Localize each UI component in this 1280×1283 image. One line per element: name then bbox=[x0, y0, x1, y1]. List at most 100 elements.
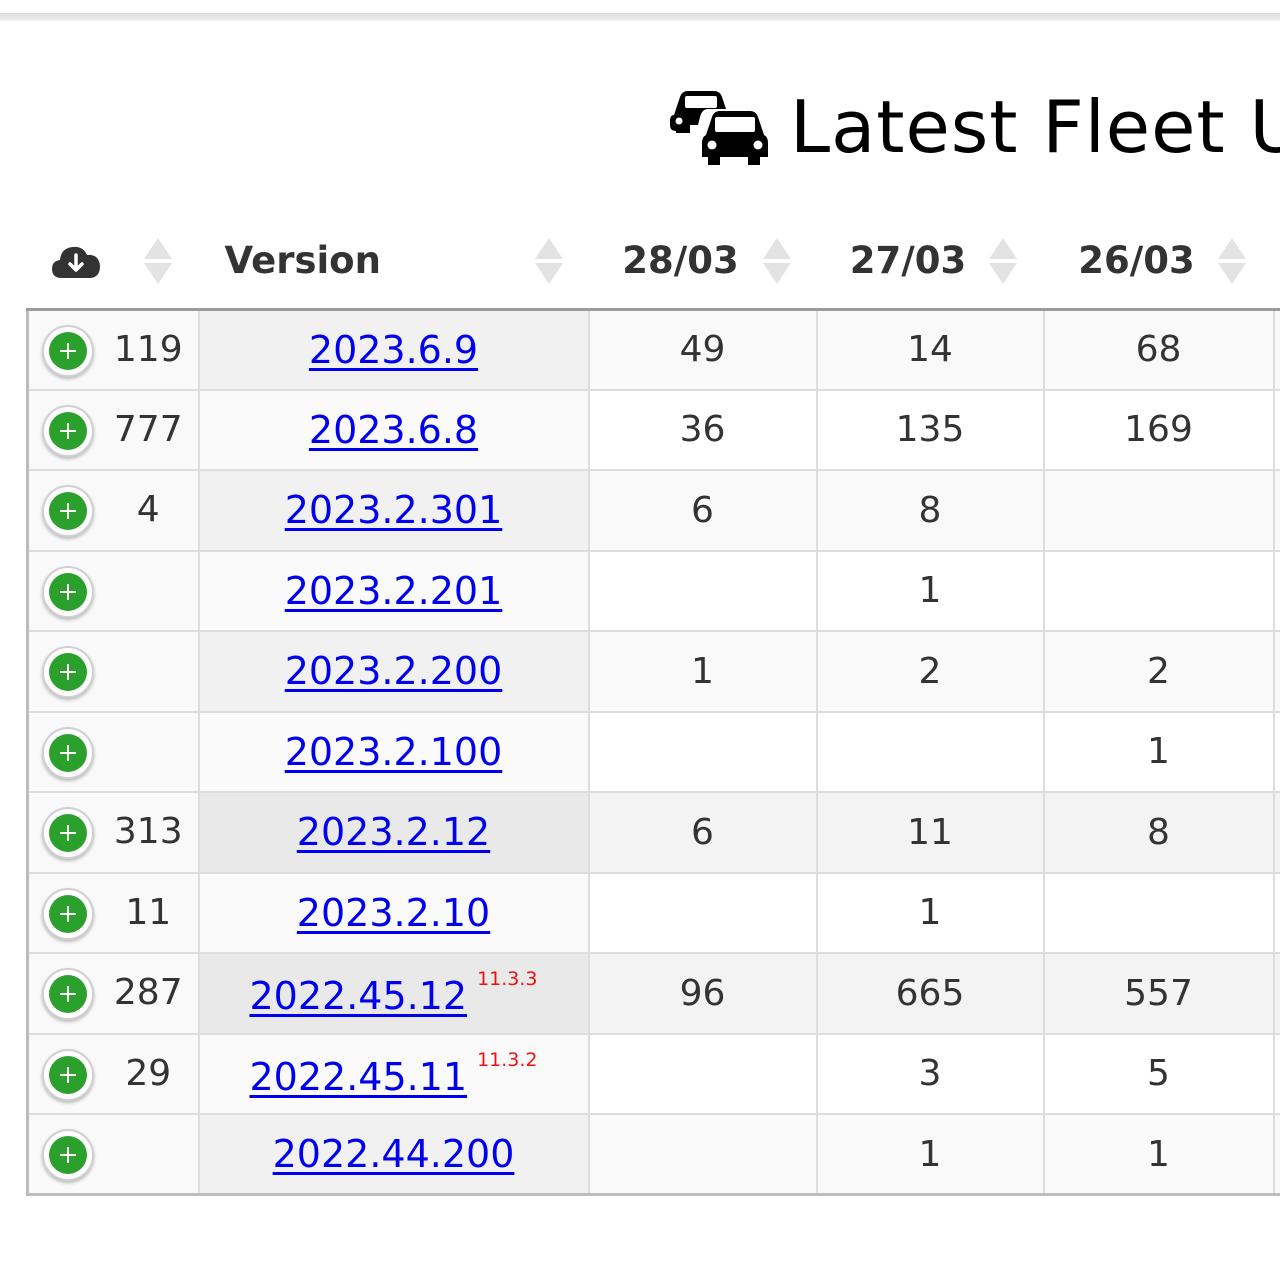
overflow-cell bbox=[1272, 710, 1280, 793]
version-cell: 2023.6.8 bbox=[197, 388, 590, 471]
overflow-cell bbox=[1272, 308, 1280, 391]
green-plus-icon bbox=[49, 492, 87, 531]
count-cell-date1: 49 bbox=[587, 308, 818, 391]
table-row: 11 2023.2.10 1 bbox=[26, 871, 1280, 954]
count-cell-date3 bbox=[1042, 469, 1275, 552]
count-cell-date1: 6 bbox=[587, 469, 818, 552]
overflow-cell bbox=[1272, 1032, 1280, 1115]
count-cell-date3: 557 bbox=[1042, 952, 1275, 1035]
sort-arrows-icon[interactable] bbox=[762, 238, 791, 284]
count-cell-date1: 96 bbox=[587, 952, 818, 1035]
version-link[interactable]: 2023.2.301 bbox=[285, 488, 503, 532]
add-version-button[interactable] bbox=[42, 324, 94, 377]
count-cell-date3: 5 bbox=[1042, 1032, 1275, 1115]
green-plus-icon bbox=[49, 894, 87, 933]
version-link[interactable]: 2023.6.9 bbox=[309, 328, 478, 372]
table-header-row: Version 28/03 27/03 26/03 bbox=[27, 214, 1280, 311]
add-version-button[interactable] bbox=[42, 646, 94, 699]
column-header-date2[interactable]: 27/03 bbox=[816, 214, 1044, 311]
version-superscript: 11.3.2 bbox=[477, 1048, 538, 1071]
count-cell-date3 bbox=[1042, 871, 1275, 954]
count-cell-date2: 1 bbox=[815, 1113, 1045, 1196]
page-title-text: Latest Fleet U bbox=[790, 85, 1280, 169]
sort-arrows-icon[interactable] bbox=[143, 238, 172, 284]
version-cell: 2023.2.201 bbox=[197, 549, 590, 632]
add-version-button[interactable] bbox=[42, 565, 94, 618]
count-cell-date3: 169 bbox=[1042, 388, 1275, 471]
version-link[interactable]: 2023.2.10 bbox=[297, 891, 490, 935]
download-cell bbox=[26, 1113, 200, 1196]
version-cell: 2023.2.12 bbox=[197, 791, 590, 874]
download-count: 287 bbox=[113, 972, 183, 1014]
add-version-button[interactable] bbox=[42, 404, 94, 457]
version-cell: 2022.44.200 bbox=[197, 1113, 590, 1196]
column-header-version[interactable]: Version bbox=[198, 214, 589, 311]
count-cell-date3: 1 bbox=[1042, 1113, 1275, 1196]
count-cell-date1 bbox=[587, 1113, 818, 1196]
count-cell-date3: 8 bbox=[1042, 791, 1275, 874]
count-cell-date1: 1 bbox=[587, 630, 818, 713]
column-header-download[interactable] bbox=[27, 214, 199, 311]
column-header-date3[interactable]: 26/03 bbox=[1043, 214, 1274, 311]
add-version-button[interactable] bbox=[42, 1048, 94, 1101]
cloud-download-icon bbox=[51, 246, 100, 278]
version-link[interactable]: 2022.44.200 bbox=[273, 1132, 515, 1176]
version-link[interactable]: 2022.45.12 bbox=[249, 974, 467, 1018]
green-plus-icon bbox=[49, 331, 87, 370]
sort-arrows-icon[interactable] bbox=[988, 238, 1017, 284]
count-cell-date1 bbox=[587, 1032, 818, 1115]
table-row: 287 2022.45.12 11.3.3 96 665 557 bbox=[26, 952, 1280, 1035]
overflow-cell bbox=[1272, 388, 1280, 471]
download-cell: 4 bbox=[26, 469, 200, 552]
version-superscript: 11.3.3 bbox=[477, 968, 538, 991]
download-count: 777 bbox=[113, 408, 183, 450]
count-cell-date2: 665 bbox=[815, 952, 1045, 1035]
version-link[interactable]: 2023.2.200 bbox=[285, 649, 503, 693]
column-header-date3-label: 26/03 bbox=[1078, 239, 1195, 283]
green-plus-icon bbox=[49, 975, 87, 1014]
count-cell-date2: 8 bbox=[815, 469, 1045, 552]
count-cell-date2: 1 bbox=[815, 871, 1045, 954]
count-cell-date2 bbox=[815, 710, 1045, 793]
version-link[interactable]: 2022.45.11 bbox=[249, 1055, 467, 1099]
add-version-button[interactable] bbox=[42, 887, 94, 940]
download-cell: 313 bbox=[26, 791, 200, 874]
add-version-button[interactable] bbox=[42, 968, 94, 1021]
green-plus-icon bbox=[49, 814, 87, 853]
overflow-cell bbox=[1272, 549, 1280, 632]
table-row: 29 2022.45.11 11.3.2 3 5 bbox=[26, 1032, 1280, 1115]
download-count: 29 bbox=[125, 1052, 172, 1094]
sort-arrows-icon[interactable] bbox=[1217, 238, 1246, 284]
count-cell-date3: 1 bbox=[1042, 710, 1275, 793]
overflow-cell bbox=[1272, 1113, 1280, 1196]
download-cell: 29 bbox=[26, 1032, 200, 1115]
version-link[interactable]: 2023.2.100 bbox=[285, 730, 503, 774]
download-cell bbox=[26, 549, 200, 632]
table-row: 2023.2.201 1 bbox=[26, 549, 1280, 632]
download-cell: 287 bbox=[26, 952, 200, 1035]
version-link[interactable]: 2023.2.12 bbox=[297, 810, 490, 854]
add-version-button[interactable] bbox=[42, 726, 94, 779]
version-cell: 2023.2.10 bbox=[197, 871, 590, 954]
green-plus-icon bbox=[49, 1055, 87, 1094]
version-link[interactable]: 2023.6.8 bbox=[309, 408, 478, 452]
top-divider bbox=[0, 13, 1280, 21]
version-cell: 2023.2.200 bbox=[197, 630, 590, 713]
add-version-button[interactable] bbox=[42, 485, 94, 538]
green-plus-icon bbox=[49, 411, 87, 450]
overflow-cell bbox=[1272, 791, 1280, 874]
sort-arrows-icon[interactable] bbox=[534, 238, 563, 284]
add-version-button[interactable] bbox=[42, 807, 94, 860]
page-title: Latest Fleet U bbox=[668, 82, 1280, 172]
version-cell: 2022.45.12 11.3.3 bbox=[197, 952, 590, 1035]
count-cell-date2: 11 bbox=[815, 791, 1045, 874]
count-cell-date1 bbox=[587, 549, 818, 632]
count-cell-date2: 1 bbox=[815, 549, 1045, 632]
version-link[interactable]: 2023.2.201 bbox=[285, 569, 503, 613]
download-cell bbox=[26, 630, 200, 713]
download-cell: 119 bbox=[26, 308, 200, 391]
overflow-cell bbox=[1272, 469, 1280, 552]
add-version-button[interactable] bbox=[42, 1129, 94, 1181]
table-row: 2022.44.200 1 1 bbox=[26, 1113, 1280, 1196]
column-header-date1[interactable]: 28/03 bbox=[588, 214, 817, 311]
